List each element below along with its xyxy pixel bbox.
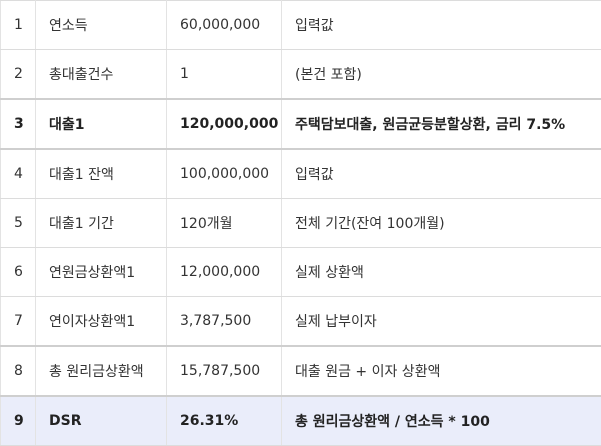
row-number: 8 bbox=[1, 346, 36, 396]
row-value: 15,787,500 bbox=[167, 346, 282, 396]
row-item: 연소득 bbox=[36, 1, 167, 50]
row-number: 6 bbox=[1, 248, 36, 297]
row-note: 대출 원금 + 이자 상환액 bbox=[282, 346, 601, 396]
row-item: 대출1 잔액 bbox=[36, 149, 167, 199]
row-number: 5 bbox=[1, 199, 36, 248]
row-number: 1 bbox=[1, 1, 36, 50]
row-item: 총대출건수 bbox=[36, 50, 167, 100]
row-value: 3,787,500 bbox=[167, 297, 282, 347]
row-value: 12,000,000 bbox=[167, 248, 282, 297]
table-row: 1 연소득 60,000,000 입력값 bbox=[1, 1, 601, 50]
table-row: 6 연원금상환액1 12,000,000 실제 상환액 bbox=[1, 248, 601, 297]
row-number: 9 bbox=[1, 396, 36, 446]
row-value: 1 bbox=[167, 50, 282, 100]
table-row: 2 총대출건수 1 (본건 포함) bbox=[1, 50, 601, 100]
row-value: 100,000,000 bbox=[167, 149, 282, 199]
row-item: 연이자상환액1 bbox=[36, 297, 167, 347]
dsr-calculation-table: 1 연소득 60,000,000 입력값 2 총대출건수 1 (본건 포함) 3… bbox=[0, 0, 601, 446]
row-value: 120개월 bbox=[167, 199, 282, 248]
table-row: 5 대출1 기간 120개월 전체 기간(잔여 100개월) bbox=[1, 199, 601, 248]
row-number: 4 bbox=[1, 149, 36, 199]
row-number: 7 bbox=[1, 297, 36, 347]
table-row: 8 총 원리금상환액 15,787,500 대출 원금 + 이자 상환액 bbox=[1, 346, 601, 396]
row-value: 120,000,000 bbox=[167, 99, 282, 149]
row-note: 입력값 bbox=[282, 149, 601, 199]
table-row: 4 대출1 잔액 100,000,000 입력값 bbox=[1, 149, 601, 199]
row-item: DSR bbox=[36, 396, 167, 446]
row-value: 60,000,000 bbox=[167, 1, 282, 50]
row-item: 총 원리금상환액 bbox=[36, 346, 167, 396]
row-note: 주택담보대출, 원금균등분할상환, 금리 7.5% bbox=[282, 99, 601, 149]
row-item: 대출1 기간 bbox=[36, 199, 167, 248]
table-row: 7 연이자상환액1 3,787,500 실제 납부이자 bbox=[1, 297, 601, 347]
row-number: 2 bbox=[1, 50, 36, 100]
table-row: 3 대출1 120,000,000 주택담보대출, 원금균등분할상환, 금리 7… bbox=[1, 99, 601, 149]
row-note: 전체 기간(잔여 100개월) bbox=[282, 199, 601, 248]
row-value: 26.31% bbox=[167, 396, 282, 446]
table-row-result: 9 DSR 26.31% 총 원리금상환액 / 연소득 * 100 bbox=[1, 396, 601, 446]
row-note: 총 원리금상환액 / 연소득 * 100 bbox=[282, 396, 601, 446]
row-item: 대출1 bbox=[36, 99, 167, 149]
row-note: (본건 포함) bbox=[282, 50, 601, 100]
row-number: 3 bbox=[1, 99, 36, 149]
row-note: 실제 상환액 bbox=[282, 248, 601, 297]
row-note: 실제 납부이자 bbox=[282, 297, 601, 347]
row-note: 입력값 bbox=[282, 1, 601, 50]
row-item: 연원금상환액1 bbox=[36, 248, 167, 297]
